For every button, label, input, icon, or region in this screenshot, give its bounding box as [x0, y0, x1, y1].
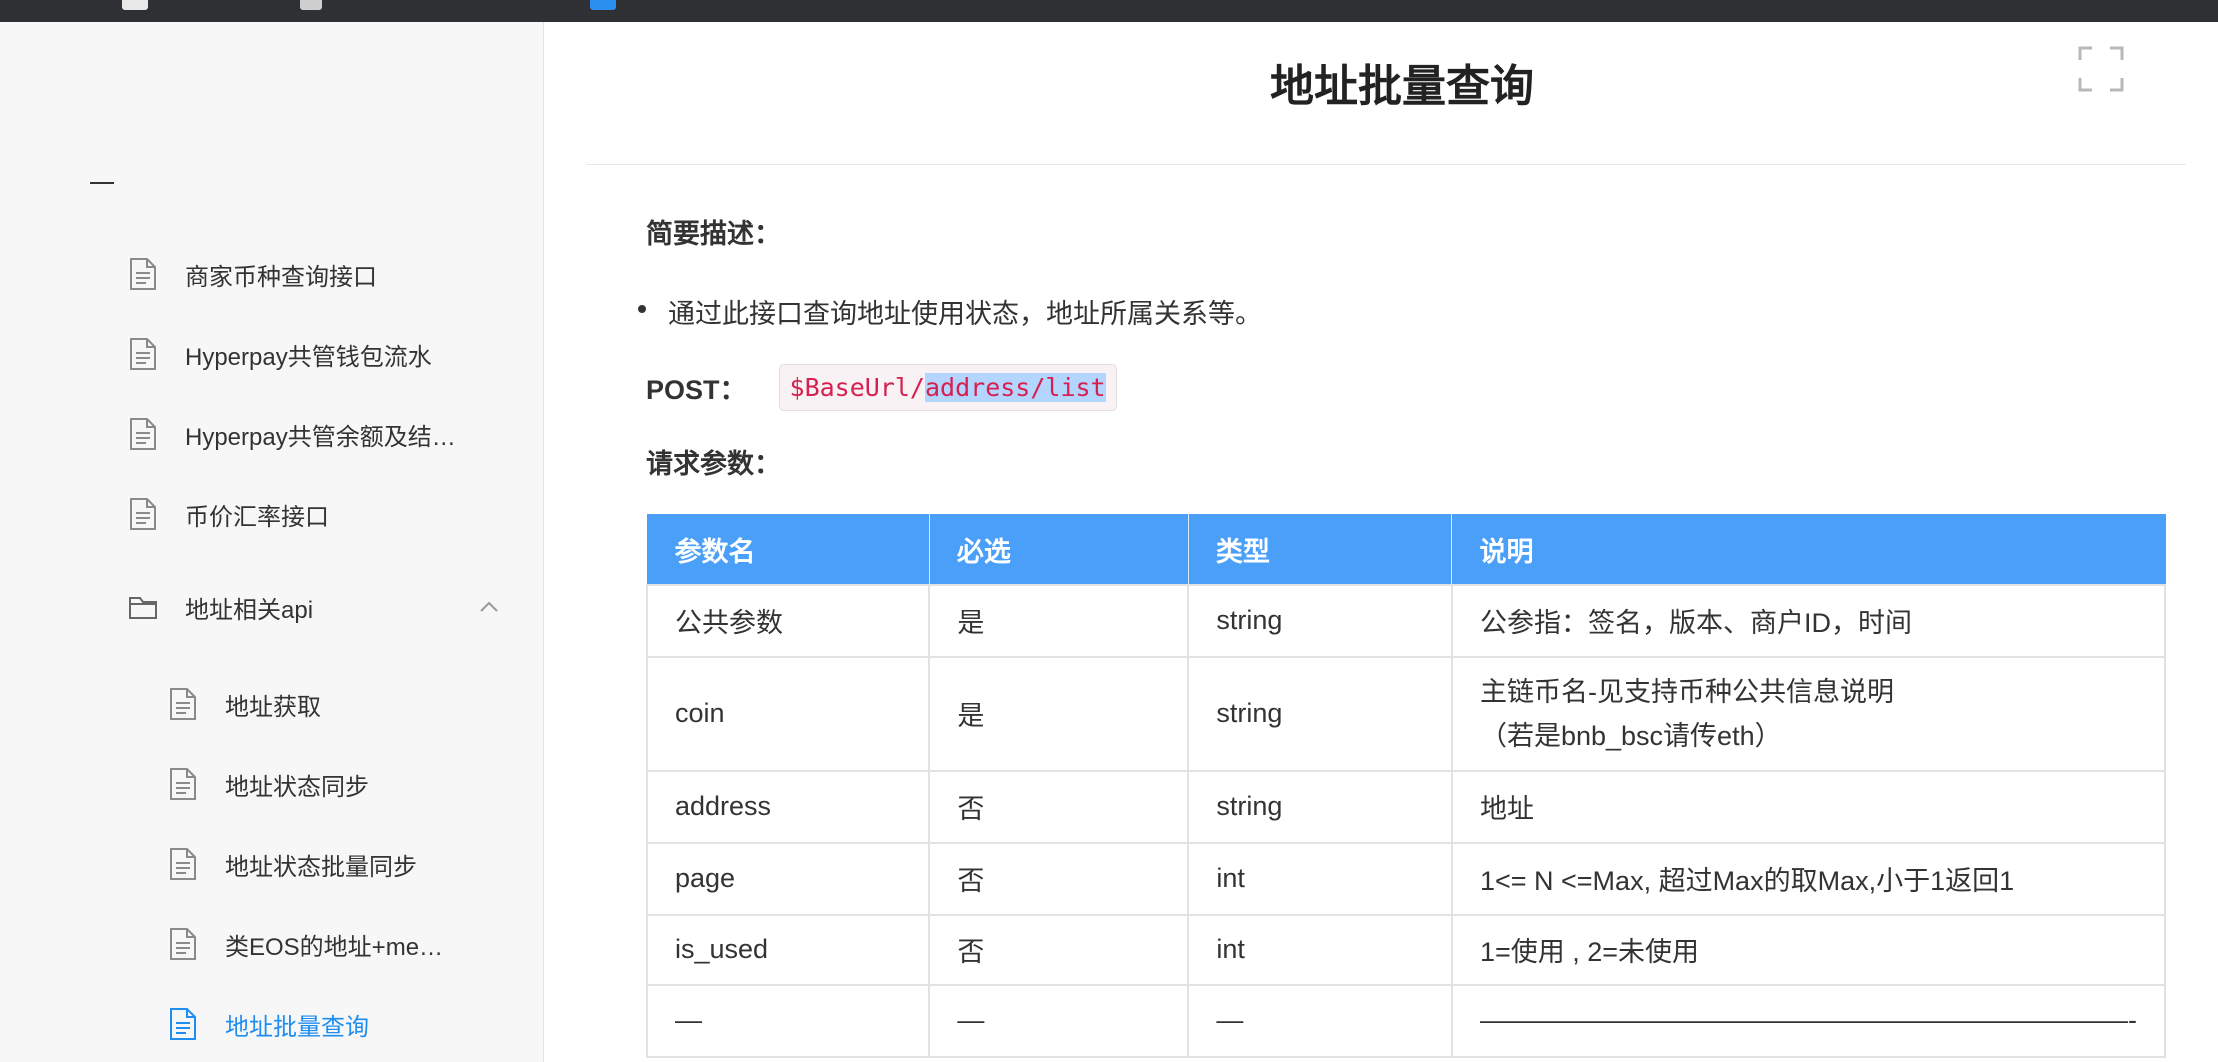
table-cell: 否: [928, 913, 1190, 986]
column-header: 必选: [928, 514, 1189, 585]
table-cell: is_used: [645, 913, 931, 986]
toolbar-icon[interactable]: [122, 0, 148, 10]
table-row: is_used 否 int 1=使用 , 2=未使用: [645, 913, 2167, 986]
column-header: 类型: [1187, 514, 1453, 585]
table-cell: 1<= N <=Max, 超过Max的取Max,小于1返回1: [1450, 841, 2167, 916]
sidebar-item-label: 地址获取: [225, 693, 321, 721]
table-cell: —: [645, 983, 931, 1058]
sidebar-item-label: 地址批量查询: [225, 1013, 369, 1041]
document-icon: [130, 338, 156, 370]
sidebar: 商家币种查询接口 Hyperpay共管钱包流水 Hyperpay共管余额及结… …: [0, 22, 544, 1062]
toolbar-icon[interactable]: [300, 0, 322, 10]
params-table: 参数名 必选 类型 说明 公共参数 是 string 公参指：签名，版本、商户I…: [645, 514, 2167, 1058]
sidebar-item-label: 类EOS的地址+me…: [225, 933, 444, 961]
page-title: 地址批量查询: [1270, 62, 1534, 111]
sidebar-item[interactable]: Hyperpay共管余额及结…: [0, 404, 543, 464]
method-label: POST：: [646, 374, 747, 405]
table-cell: int: [1187, 913, 1453, 986]
table-cell: 是: [928, 583, 1190, 658]
sidebar-item-label: Hyperpay共管钱包流水: [185, 343, 432, 371]
sidebar-item[interactable]: 地址获取: [0, 674, 543, 734]
table-cell: 1=使用 , 2=未使用: [1450, 913, 2167, 986]
table-row: — — — ————————————————————————-: [645, 983, 2167, 1058]
sidebar-item[interactable]: 地址状态批量同步: [0, 834, 543, 894]
table-row: 公共参数 是 string 公参指：签名，版本、商户ID，时间: [645, 583, 2167, 658]
table-cell: int: [1187, 841, 1453, 916]
sidebar-item-label: 地址状态批量同步: [225, 853, 417, 881]
table-cell: page: [645, 841, 931, 916]
table-cell: —: [928, 983, 1190, 1058]
document-icon: [170, 928, 196, 960]
document-icon: [130, 418, 156, 450]
summary-heading: 简要描述：: [646, 219, 781, 249]
endpoint-code[interactable]: $BaseUrl/address/list: [778, 363, 1117, 411]
chevron-up-icon[interactable]: [476, 594, 502, 620]
table-cell: —: [1187, 983, 1453, 1058]
endpoint-row: POST： $BaseUrl/address/list: [646, 362, 1117, 412]
folder-icon: [129, 597, 157, 619]
column-header: 说明: [1451, 514, 2166, 585]
sidebar-item[interactable]: Hyperpay共管钱包流水: [0, 324, 543, 384]
table-cell: 否: [928, 769, 1190, 844]
document-icon: [170, 848, 196, 880]
table-cell: address: [645, 769, 931, 844]
sidebar-folder-item[interactable]: 地址相关api: [0, 577, 543, 637]
sidebar-item[interactable]: 地址状态同步: [0, 754, 543, 814]
document-icon: [130, 258, 156, 290]
table-cell: string: [1187, 769, 1453, 844]
table-cell: 是: [928, 655, 1190, 772]
table-cell: string: [1187, 583, 1453, 658]
table-cell: ————————————————————————-: [1450, 983, 2167, 1058]
endpoint-selected-text: address/list: [924, 372, 1106, 402]
document-icon: [170, 1008, 196, 1040]
sidebar-item-label: 地址相关api: [185, 596, 314, 624]
cell-line: 主链币名-见支持币种公共信息说明: [1479, 676, 1894, 707]
sidebar-item-label: 商家币种查询接口: [185, 263, 377, 291]
sidebar-item-label: 地址状态同步: [225, 773, 369, 801]
document-icon: [170, 688, 196, 720]
table-cell: string: [1187, 655, 1453, 772]
endpoint-prefix: $BaseUrl/: [789, 372, 925, 402]
table-cell: 公共参数: [645, 583, 931, 658]
sidebar-item[interactable]: 币价汇率接口: [0, 484, 543, 544]
table-cell: 主链币名-见支持币种公共信息说明 （若是bnb_bsc请传eth）: [1450, 655, 2167, 772]
table-cell: 地址: [1450, 769, 2167, 844]
summary-bullet: 通过此接口查询地址使用状态，地址所属关系等。: [638, 292, 1262, 331]
table-row: page 否 int 1<= N <=Max, 超过Max的取Max,小于1返回…: [645, 841, 2167, 916]
table-header-row: 参数名 必选 类型 说明: [646, 514, 2166, 585]
top-bar: [0, 0, 2218, 22]
table-cell: 公参指：签名，版本、商户ID，时间: [1450, 583, 2167, 658]
sidebar-item[interactable]: 商家币种查询接口: [0, 244, 543, 304]
collapse-menu-button[interactable]: [90, 182, 114, 184]
toolbar-icon[interactable]: [590, 0, 616, 10]
main-content: 地址批量查询 简要描述： 通过此接口查询地址使用状态，地址所属关系等。 POST…: [586, 22, 2218, 1062]
table-cell: 否: [928, 841, 1190, 916]
table-cell: coin: [645, 655, 931, 772]
sidebar-item[interactable]: 类EOS的地址+me…: [0, 914, 543, 974]
table-row: coin 是 string 主链币名-见支持币种公共信息说明 （若是bnb_bs…: [645, 655, 2167, 772]
params-heading: 请求参数：: [646, 449, 781, 479]
cell-line: （若是bnb_bsc请传eth）: [1479, 720, 1782, 751]
sidebar-item-label: 币价汇率接口: [185, 503, 329, 531]
document-icon: [170, 768, 196, 800]
sidebar-item-active[interactable]: 地址批量查询: [0, 994, 543, 1054]
document-icon: [130, 498, 156, 530]
sidebar-item-label: Hyperpay共管余额及结…: [185, 423, 456, 451]
title-divider: [586, 164, 2186, 165]
table-row: address 否 string 地址: [645, 769, 2167, 844]
fullscreen-icon[interactable]: [2078, 46, 2124, 92]
column-header: 参数名: [646, 514, 930, 585]
